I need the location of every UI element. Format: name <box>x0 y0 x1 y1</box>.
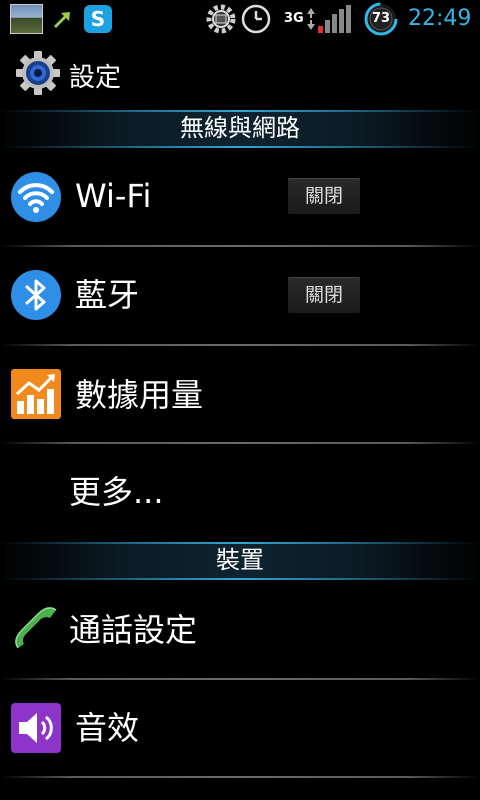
status-time: 22:49 <box>408 6 472 31</box>
battery-level-text: 73 <box>371 11 391 26</box>
settings-item-label: 通話設定 <box>69 611 198 649</box>
clock-icon <box>241 4 271 34</box>
settings-item-sound[interactable]: 音效 <box>0 680 480 776</box>
settings-item-label: 音效 <box>75 709 140 747</box>
phone-icon <box>15 607 57 649</box>
settings-item-call-settings[interactable]: 通話設定 <box>0 580 480 676</box>
data-activity-icon <box>307 8 315 30</box>
skype-icon: S <box>84 5 112 33</box>
photo-thumbnail-icon <box>10 4 43 34</box>
title-bar: 設定 <box>0 38 480 110</box>
settings-item-label: 藍牙 <box>75 276 140 314</box>
settings-gear-icon <box>206 4 236 34</box>
settings-item-more[interactable]: 更多... <box>0 444 480 540</box>
divider <box>0 776 480 778</box>
section-header-device: 裝置 <box>0 542 480 580</box>
settings-item-label: 更多... <box>69 473 164 511</box>
settings-icon[interactable] <box>14 49 62 97</box>
bluetooth-icon <box>11 270 61 320</box>
sound-icon <box>11 703 61 753</box>
settings-item-bluetooth[interactable]: 藍牙 關閉 <box>0 247 480 343</box>
settings-item-data-usage[interactable]: 數據用量 <box>0 346 480 442</box>
status-bar[interactable]: S 3G 73 22:49 <box>0 0 480 38</box>
page-title: 設定 <box>69 63 122 93</box>
wifi-icon <box>11 172 61 222</box>
data-usage-icon <box>11 369 61 419</box>
bluetooth-toggle[interactable]: 關閉 <box>288 277 360 313</box>
wifi-toggle[interactable]: 關閉 <box>288 178 360 214</box>
battery-icon: 73 <box>362 1 400 37</box>
settings-item-label: 數據用量 <box>75 376 204 414</box>
sync-icon <box>54 12 70 28</box>
network-type-label: 3G <box>284 11 304 26</box>
settings-item-wifi[interactable]: Wi-Fi 關閉 <box>0 148 480 244</box>
signal-icon <box>318 5 351 33</box>
settings-item-label: Wi-Fi <box>75 177 152 215</box>
section-header-wireless: 無線與網路 <box>0 110 480 148</box>
